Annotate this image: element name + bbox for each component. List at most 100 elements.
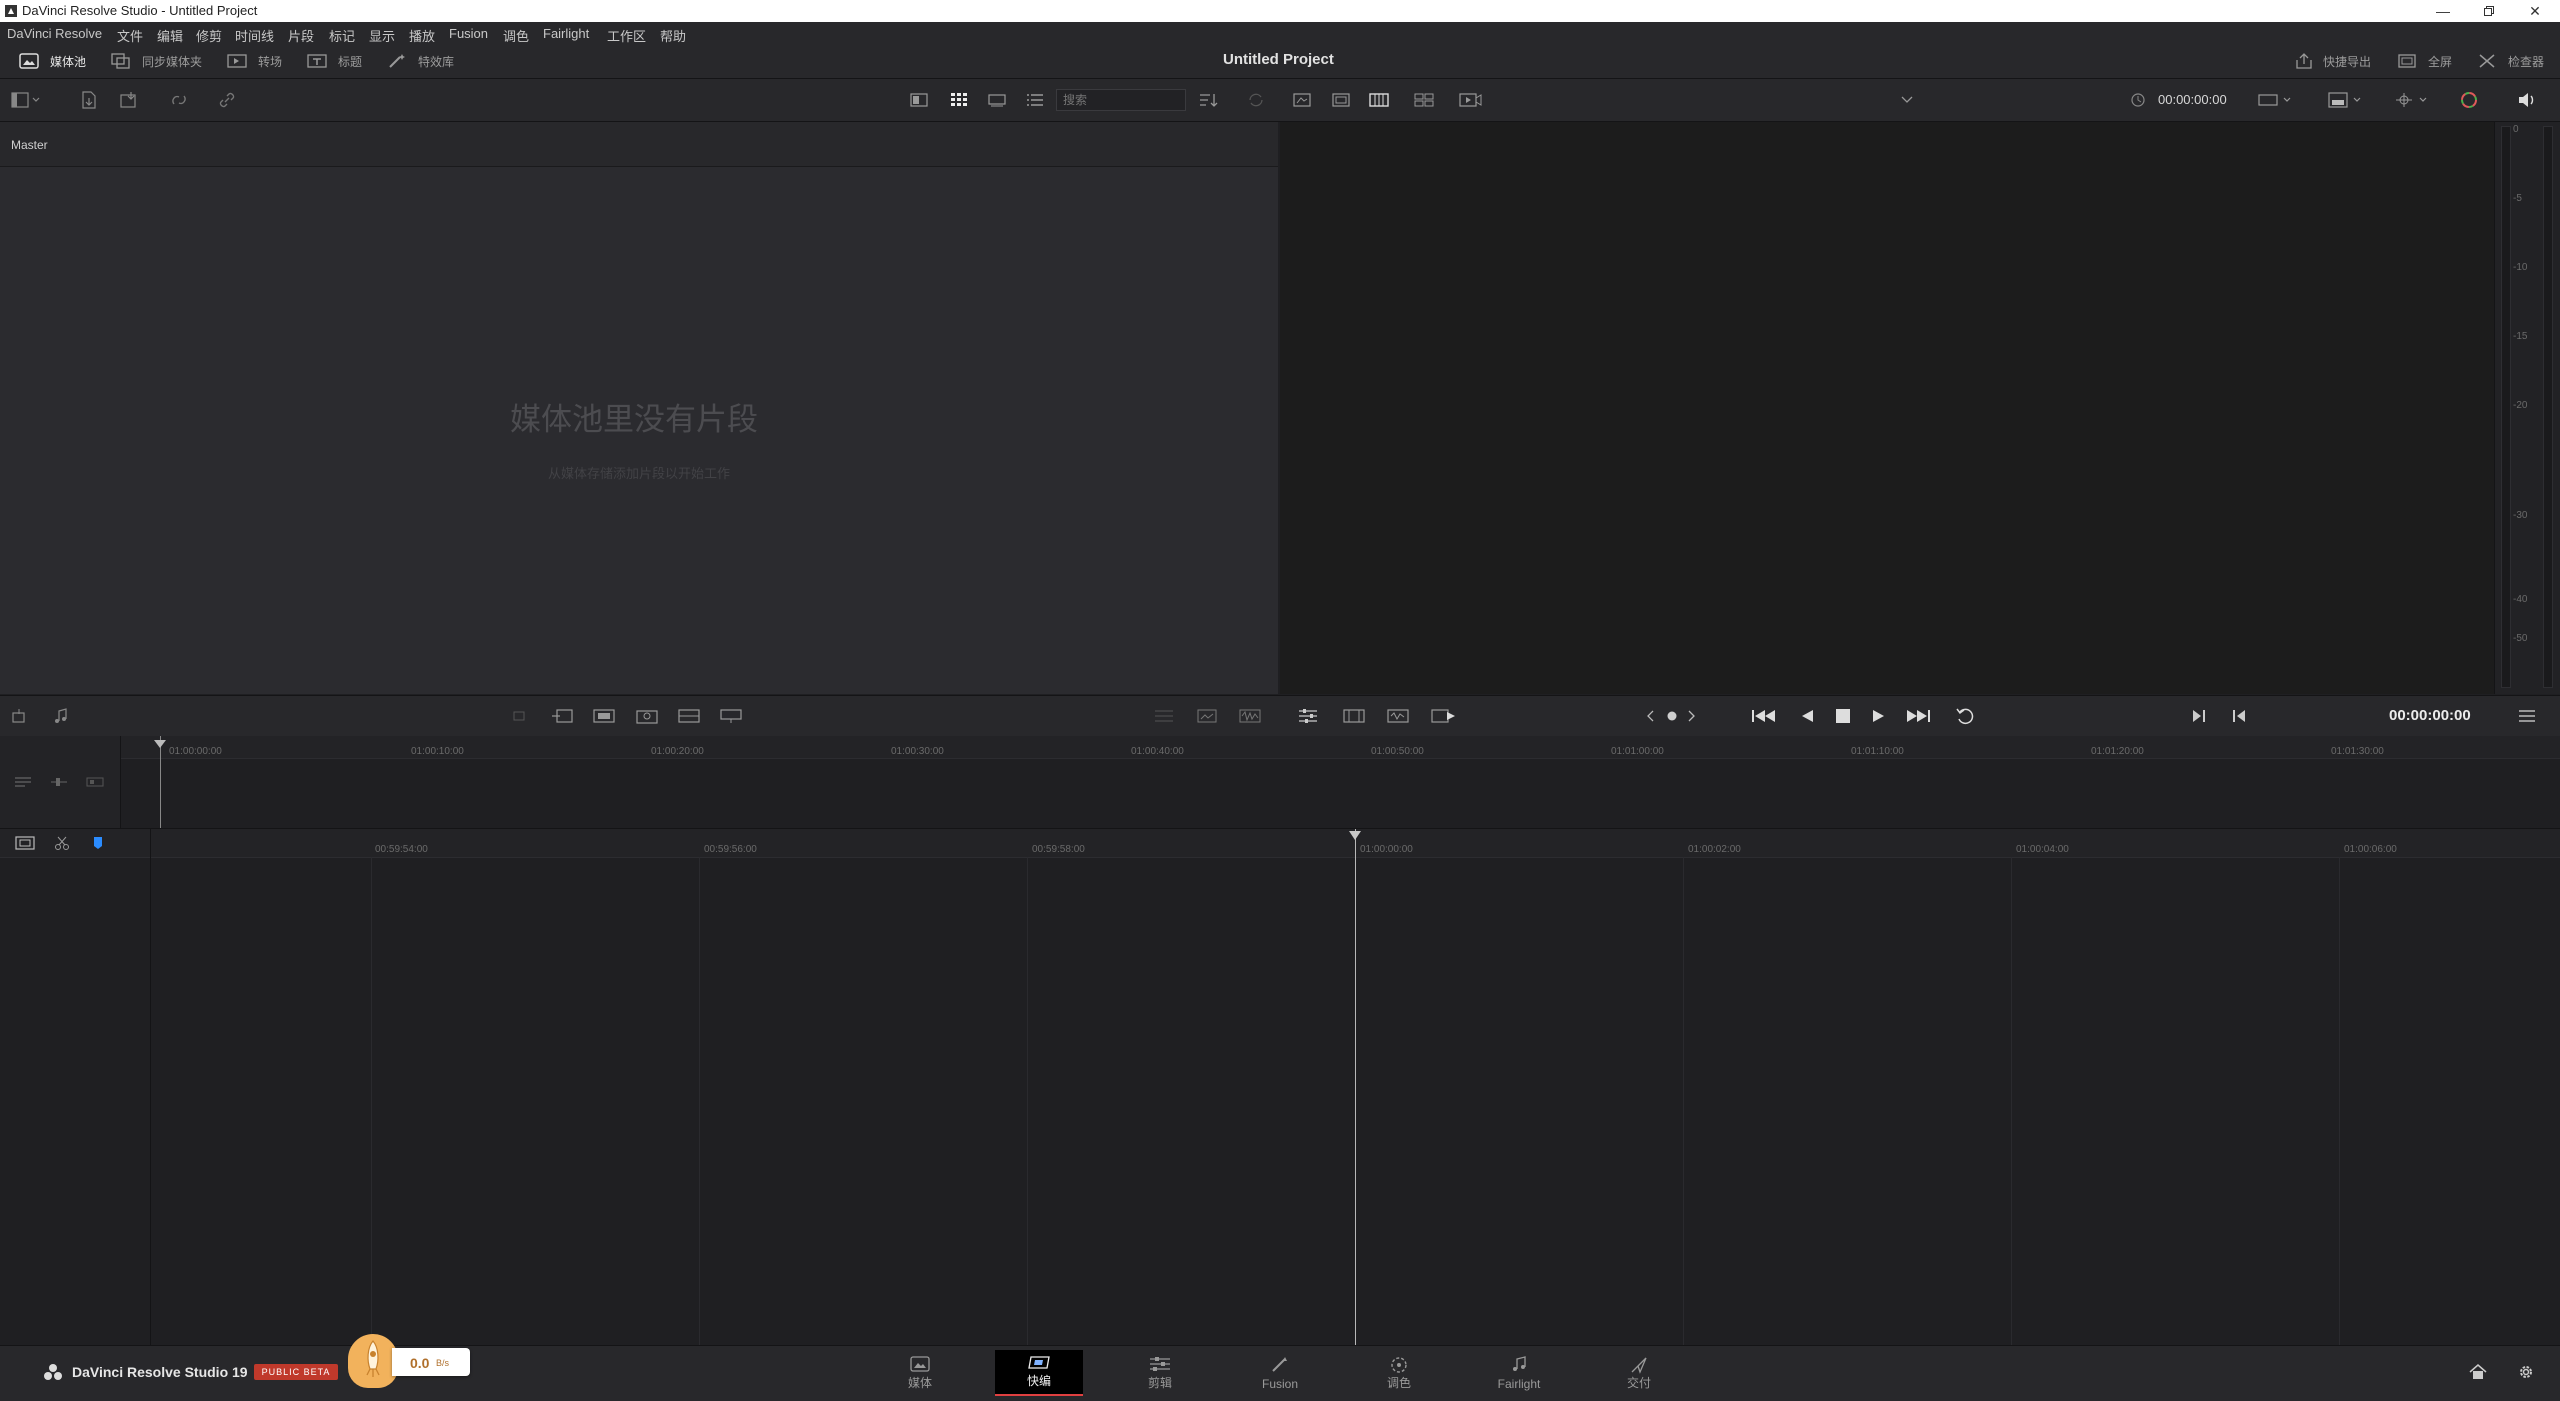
viewer-dropdown-icon[interactable] bbox=[1898, 93, 1916, 107]
close-button[interactable]: ✕ bbox=[2512, 0, 2558, 22]
go-to-end-icon[interactable] bbox=[1904, 705, 1932, 727]
fullscreen-button[interactable]: 全屏 bbox=[2428, 53, 2452, 70]
waveform-view-icon[interactable] bbox=[1238, 706, 1262, 726]
import-media-icon[interactable] bbox=[78, 90, 100, 110]
menu-clip[interactable]: 片段 bbox=[288, 26, 314, 45]
mark-out-icon[interactable] bbox=[2228, 705, 2250, 727]
mark-in-icon[interactable] bbox=[2188, 705, 2210, 727]
lower-playhead[interactable] bbox=[1349, 829, 1361, 1345]
smart-insert-icon[interactable] bbox=[508, 706, 530, 726]
source-overwrite-icon[interactable] bbox=[719, 706, 743, 726]
sort-icon[interactable] bbox=[1198, 90, 1220, 110]
search-input[interactable] bbox=[1061, 91, 1183, 109]
titles-button[interactable]: 标题 bbox=[338, 53, 362, 70]
menu-color[interactable]: 调色 bbox=[503, 26, 529, 45]
import-folder-icon[interactable] bbox=[118, 90, 140, 110]
thumbnail-view-icon[interactable] bbox=[1195, 706, 1219, 726]
search-box[interactable] bbox=[1056, 89, 1186, 111]
media-pool-icon[interactable] bbox=[18, 52, 40, 70]
page-edit[interactable]: 剪辑 bbox=[1115, 1350, 1205, 1396]
sync-icon[interactable] bbox=[1245, 90, 1267, 110]
menu-edit[interactable]: 编辑 bbox=[157, 26, 183, 45]
sync-bin-button[interactable]: 同步媒体夹 bbox=[142, 53, 202, 70]
menu-fusion[interactable]: Fusion bbox=[449, 26, 488, 41]
camera-play-icon[interactable] bbox=[1458, 90, 1484, 110]
timecode-sync-icon[interactable] bbox=[2128, 90, 2148, 110]
inspector-icon[interactable] bbox=[2476, 52, 2498, 70]
video-track-icon[interactable] bbox=[8, 706, 30, 726]
append-icon[interactable] bbox=[550, 706, 574, 726]
view-metadata-icon[interactable] bbox=[908, 90, 930, 110]
place-on-top-icon[interactable] bbox=[677, 706, 701, 726]
view-thumbnail-icon[interactable] bbox=[948, 90, 970, 110]
audio-mode-icon[interactable] bbox=[1386, 706, 1410, 726]
lower-timeline[interactable]: 00:59:54:00 00:59:56:00 00:59:58:00 01:0… bbox=[0, 829, 2560, 1345]
upper-playhead[interactable] bbox=[154, 736, 166, 828]
track-list-icon[interactable] bbox=[12, 772, 34, 792]
marker-icon[interactable] bbox=[87, 833, 109, 853]
transitions-button[interactable]: 转场 bbox=[258, 53, 282, 70]
viewer-multi-icon[interactable] bbox=[1413, 90, 1435, 110]
viewer[interactable] bbox=[1280, 122, 2494, 694]
timeline-options-icon[interactable] bbox=[1296, 706, 1320, 726]
menu-help[interactable]: 帮助 bbox=[660, 26, 686, 45]
relink-icon[interactable] bbox=[168, 90, 190, 110]
viewer-size-icon[interactable] bbox=[2256, 90, 2296, 110]
viewer-tape-icon[interactable] bbox=[1330, 90, 1352, 110]
prev-arrow-icon[interactable] bbox=[1644, 706, 1658, 726]
overlay-icon[interactable] bbox=[2326, 90, 2366, 110]
transitions-icon[interactable] bbox=[226, 52, 248, 70]
titles-icon[interactable] bbox=[306, 52, 328, 70]
close-up-icon[interactable] bbox=[635, 706, 659, 726]
loop-icon[interactable] bbox=[1953, 705, 1979, 727]
home-icon[interactable] bbox=[2466, 1360, 2490, 1384]
speed-widget[interactable]: 0.0 B/s bbox=[348, 1322, 474, 1388]
blade-icon[interactable] bbox=[51, 833, 73, 853]
fullscreen-icon[interactable] bbox=[2396, 52, 2418, 70]
effects-wand-icon[interactable] bbox=[386, 52, 408, 70]
media-pool-area[interactable]: 媒体池里没有片段 从媒体存储添加片段以开始工作 bbox=[0, 167, 1278, 694]
viewer-source-icon[interactable] bbox=[1291, 90, 1313, 110]
menu-mark[interactable]: 标记 bbox=[329, 26, 355, 45]
settings-gear-icon[interactable] bbox=[2514, 1360, 2538, 1384]
color-wheel-icon[interactable] bbox=[2458, 90, 2480, 110]
page-color[interactable]: 调色 bbox=[1354, 1350, 1444, 1396]
ripple-overwrite-icon[interactable] bbox=[592, 706, 616, 726]
viewer-timeline-icon[interactable] bbox=[1368, 90, 1390, 110]
view-strip-icon[interactable] bbox=[986, 90, 1008, 110]
timeline-view-icon[interactable] bbox=[14, 833, 36, 853]
menu-fairlight[interactable]: Fairlight bbox=[543, 26, 589, 41]
menu-timeline[interactable]: 时间线 bbox=[235, 26, 274, 45]
page-fairlight[interactable]: Fairlight bbox=[1474, 1350, 1564, 1396]
track-zoom-icon[interactable] bbox=[84, 772, 106, 792]
audio-track-icon[interactable] bbox=[50, 706, 72, 726]
upper-ruler[interactable]: 01:00:00:00 01:00:10:00 01:00:20:00 01:0… bbox=[121, 736, 2560, 759]
minimize-button[interactable]: — bbox=[2420, 0, 2466, 22]
menu-trim[interactable]: 修剪 bbox=[196, 26, 222, 45]
sync-bin-icon[interactable] bbox=[110, 52, 132, 70]
page-cut[interactable]: 快编 bbox=[995, 1350, 1083, 1396]
view-list-icon[interactable] bbox=[1024, 90, 1046, 110]
quick-export-button[interactable]: 快捷导出 bbox=[2323, 53, 2371, 70]
menu-file[interactable]: 文件 bbox=[117, 26, 143, 45]
menu-workspace[interactable]: 工作区 bbox=[607, 26, 646, 45]
effects-button[interactable]: 特效库 bbox=[418, 53, 454, 70]
inspector-button[interactable]: 检查器 bbox=[2508, 53, 2544, 70]
speaker-icon[interactable] bbox=[2516, 90, 2538, 110]
menu-view[interactable]: 显示 bbox=[369, 26, 395, 45]
panel-toggle-icon[interactable] bbox=[10, 90, 44, 110]
page-fusion[interactable]: Fusion bbox=[1235, 1350, 1325, 1396]
next-arrow-icon[interactable] bbox=[1684, 706, 1698, 726]
cut-view-icon[interactable] bbox=[1152, 706, 1176, 726]
bin-name[interactable]: Master bbox=[11, 138, 48, 152]
play-clip-icon[interactable] bbox=[1430, 706, 1458, 726]
page-media[interactable]: 媒体 bbox=[875, 1350, 965, 1396]
play-reverse-icon[interactable] bbox=[1796, 705, 1818, 727]
page-deliver[interactable]: 交付 bbox=[1594, 1350, 1684, 1396]
media-pool-button[interactable]: 媒体池 bbox=[50, 53, 86, 70]
maximize-button[interactable] bbox=[2466, 0, 2512, 22]
options-menu-icon[interactable] bbox=[2516, 705, 2538, 727]
menu-playback[interactable]: 播放 bbox=[409, 26, 435, 45]
edit-mode-icon[interactable] bbox=[1342, 706, 1366, 726]
play-icon[interactable] bbox=[1868, 705, 1890, 727]
